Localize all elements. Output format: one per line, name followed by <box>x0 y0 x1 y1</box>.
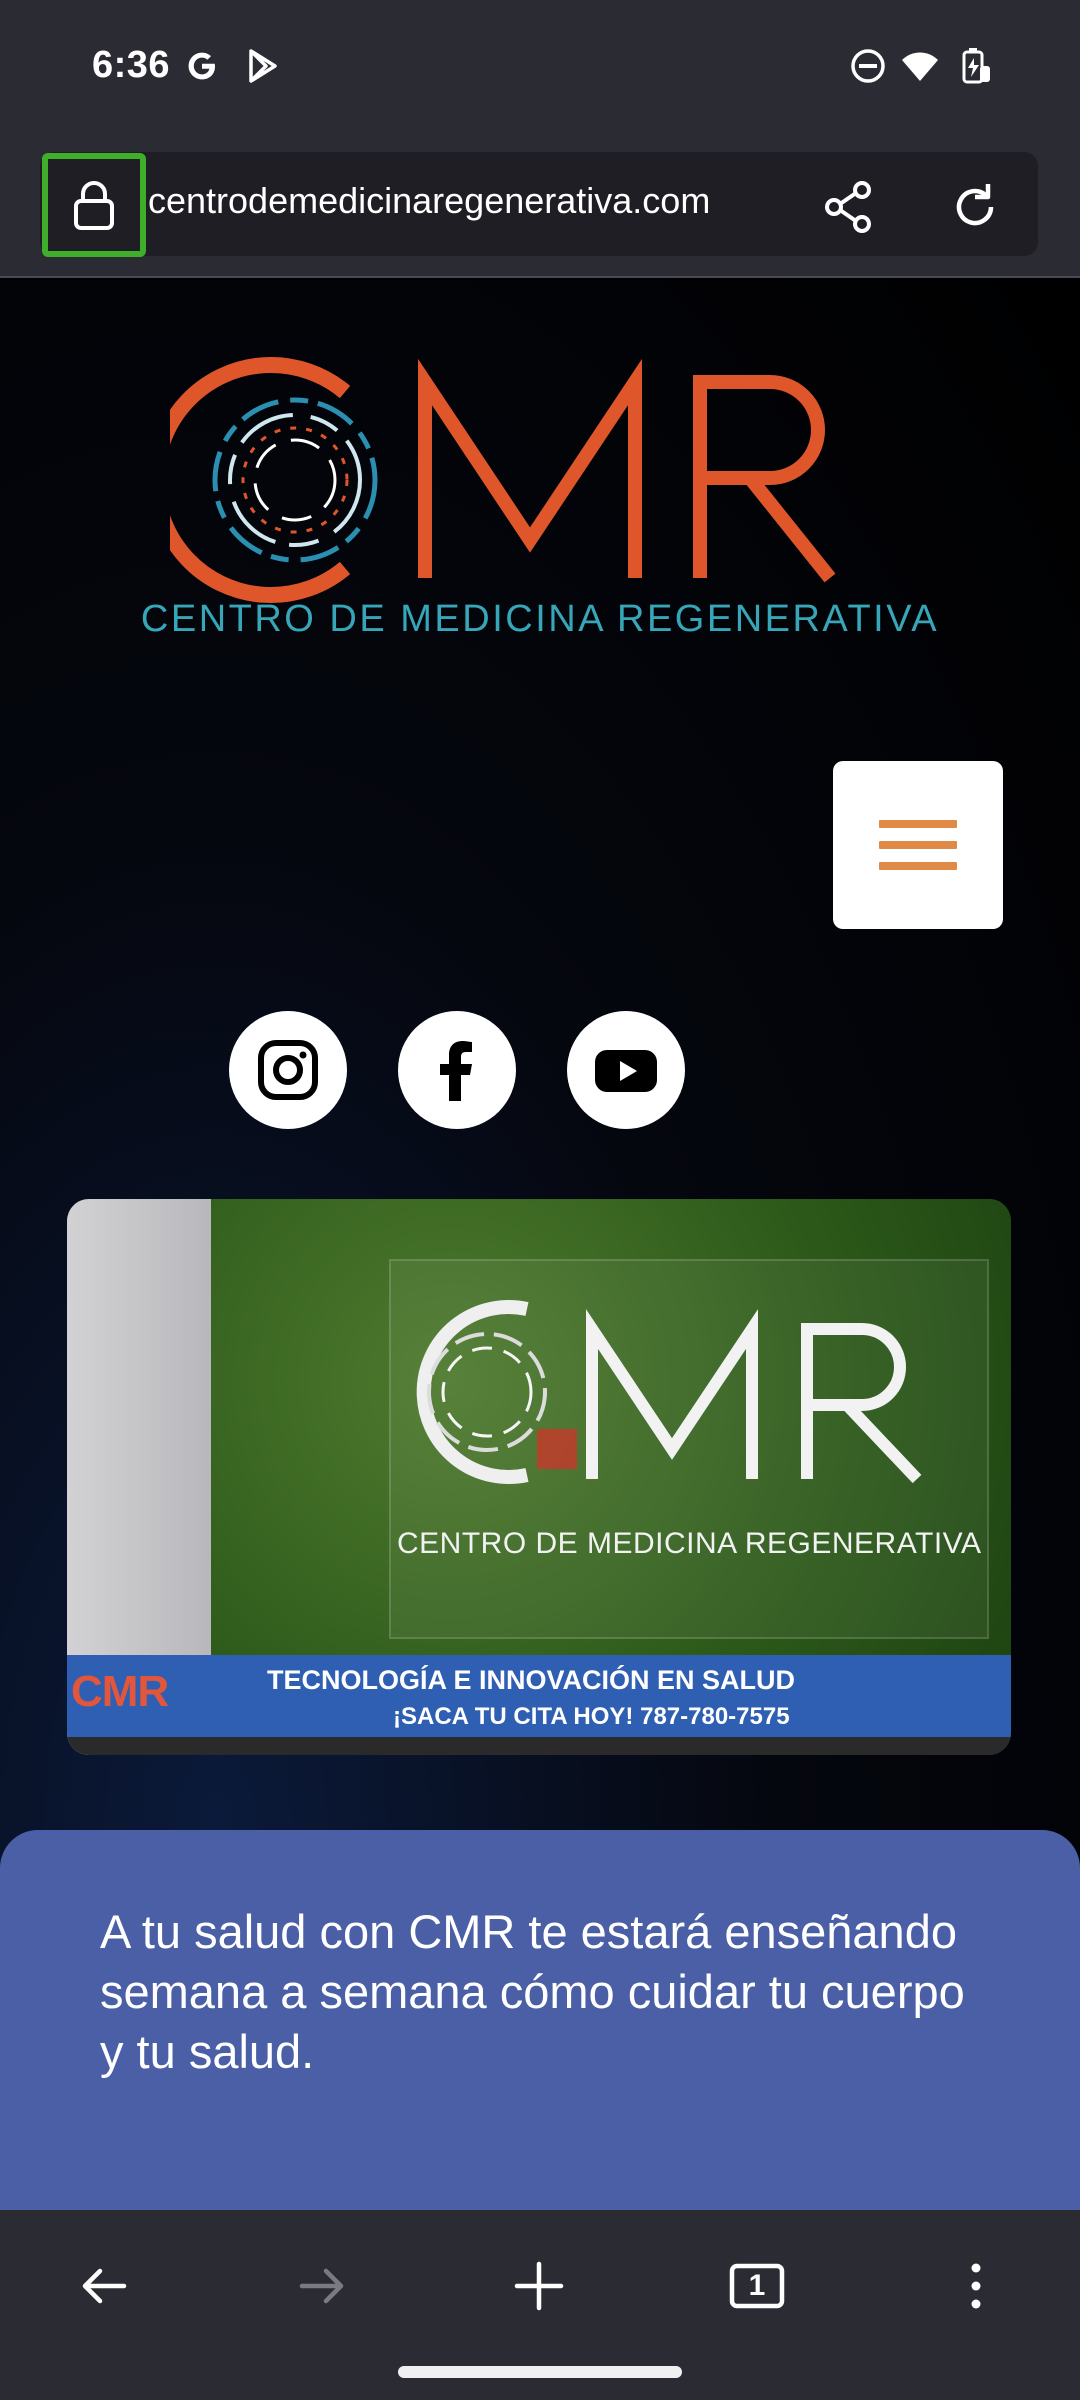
web-page: CENTRO DE MEDICINA REGENERATIVA CENTRO D… <box>0 280 1080 2210</box>
facebook-icon[interactable] <box>398 1011 516 1129</box>
reload-icon[interactable] <box>944 176 1006 238</box>
battery-charging-icon <box>954 46 994 86</box>
wifi-icon <box>900 46 940 86</box>
cmr-logo <box>170 357 836 603</box>
banner-tagline: TECNOLOGÍA E INNOVACIÓN EN SALUD <box>267 1665 796 1695</box>
youtube-icon[interactable] <box>567 1011 685 1129</box>
new-tab-plus-icon[interactable] <box>503 2250 575 2322</box>
banner-cmr-logo <box>416 1300 922 1484</box>
forward-arrow-icon[interactable] <box>286 2250 358 2322</box>
home-gesture-bar[interactable] <box>398 2366 682 2378</box>
do-not-disturb-icon <box>848 46 888 86</box>
banner-subtitle: CENTRO DE MEDICINA REGENERATIVA <box>397 1527 982 1560</box>
info-panel: A tu salud con CMR te estará enseñando s… <box>0 1830 1080 2210</box>
status-bar: 6:36 <box>0 0 1080 140</box>
play-store-icon <box>242 46 282 86</box>
lock-icon[interactable] <box>42 153 146 257</box>
google-g-icon <box>182 46 222 86</box>
tabs-icon[interactable]: 1 <box>721 2250 793 2322</box>
more-options-icon[interactable] <box>940 2250 1012 2322</box>
banner-strip-logo: CMR <box>71 1667 169 1716</box>
panel-text: A tu salud con CMR te estará enseñando s… <box>100 1905 965 2078</box>
banner-appointment-phone: ¡SACA TU CITA HOY! 787-780-7575 <box>393 1703 790 1730</box>
logo-subtitle: CENTRO DE MEDICINA REGENERATIVA <box>140 598 940 640</box>
share-icon[interactable] <box>818 176 880 238</box>
browser-bottom-bar: 1 <box>0 2210 1080 2400</box>
hamburger-menu-icon[interactable] <box>833 761 1003 929</box>
url-text[interactable]: centrodemedicinaregenerativa.com <box>148 180 710 222</box>
promo-video-banner[interactable]: CENTRO DE MEDICINA REGENERATIVA CMR TECN… <box>67 1199 1011 1755</box>
back-arrow-icon[interactable] <box>68 2250 140 2322</box>
tab-count: 1 <box>748 2269 766 2302</box>
status-time: 6:36 <box>92 44 171 86</box>
instagram-icon[interactable] <box>229 1011 347 1129</box>
